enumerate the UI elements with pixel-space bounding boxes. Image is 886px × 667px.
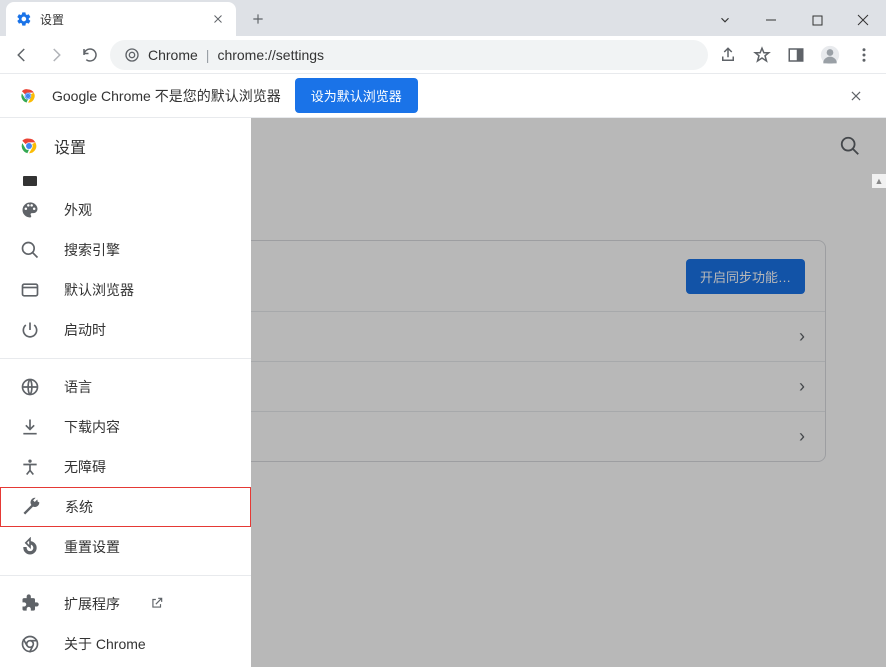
extension-icon [20,594,40,614]
window-controls [702,4,886,36]
accessibility-icon [20,457,40,477]
omnibox-host: Chrome [148,47,198,63]
tab-title: 设置 [40,11,210,28]
sidebar-header: 设置 [0,118,251,174]
default-browser-infobar: Google Chrome 不是您的默认浏览器 设为默认浏览器 [0,74,886,118]
address-bar[interactable]: Chrome | chrome://settings [110,40,708,70]
side-panel-icon[interactable] [782,41,810,69]
sidebar-item-appearance[interactable]: 外观 [0,190,251,230]
chrome-logo-icon [18,135,54,157]
sidebar-title: 设置 [54,134,86,158]
reset-icon [20,537,40,557]
sidebar-item-label: 外观 [64,200,92,220]
chrome-outline-icon [20,634,40,654]
window-titlebar: 设置 [0,0,886,36]
sidebar-item-system[interactable]: 系统 [0,487,251,527]
sidebar-item-label: 系统 [65,497,93,517]
minimize-button[interactable] [748,4,794,36]
separator [0,575,251,576]
browser-tab[interactable]: 设置 [6,2,236,36]
settings-sidebar: 外观 搜索引擎 默认浏览器 启动时 语言 下载内容 无障碍 系统 [0,174,251,667]
separator [0,358,251,359]
settings-content: 设置 gle 的智能技术 并个性化设置 Chrome 开启同步功能… 务 › 人… [0,118,886,667]
close-window-button[interactable] [840,4,886,36]
chrome-logo-icon [18,86,38,106]
browser-toolbar: Chrome | chrome://settings [0,36,886,74]
forward-button[interactable] [42,41,70,69]
menu-dots-icon[interactable] [850,41,878,69]
open-in-new-icon [150,596,166,612]
sidebar-item-label: 搜索引擎 [64,240,120,260]
search-icon [20,240,40,260]
sidebar-item-label: 默认浏览器 [64,280,134,300]
sidebar-item-label: 关于 Chrome [64,634,146,654]
palette-icon [20,200,40,220]
sidebar-item-partial [23,176,37,186]
sidebar-item-about-chrome[interactable]: 关于 Chrome [0,624,251,664]
infobar-message: Google Chrome 不是您的默认浏览器 [52,86,281,106]
sidebar-item-on-startup[interactable]: 启动时 [0,310,251,350]
download-icon [20,417,40,437]
set-default-browser-button[interactable]: 设为默认浏览器 [295,78,418,113]
sidebar-item-label: 语言 [64,377,92,397]
maximize-button[interactable] [794,4,840,36]
sidebar-item-languages[interactable]: 语言 [0,367,251,407]
sidebar-item-default-browser[interactable]: 默认浏览器 [0,270,251,310]
globe-icon [20,377,40,397]
new-tab-button[interactable] [244,5,272,33]
chrome-shield-icon [124,47,140,63]
wrench-icon [21,497,41,517]
sidebar-item-label: 无障碍 [64,457,106,477]
scrollbar-up-icon[interactable]: ▲ [872,174,886,188]
sidebar-item-label: 下载内容 [64,417,120,437]
power-icon [20,320,40,340]
sidebar-item-label: 启动时 [64,320,106,340]
omnibox-separator: | [206,47,210,63]
close-icon[interactable] [210,11,226,27]
sidebar-item-label: 扩展程序 [64,594,120,614]
caret-down-icon[interactable] [702,4,748,36]
share-icon[interactable] [714,41,742,69]
sidebar-item-extensions[interactable]: 扩展程序 [0,584,251,624]
sidebar-item-accessibility[interactable]: 无障碍 [0,447,251,487]
dismiss-infobar-button[interactable] [844,84,868,108]
profile-avatar-icon[interactable] [816,41,844,69]
sidebar-item-search-engine[interactable]: 搜索引擎 [0,230,251,270]
reload-button[interactable] [76,41,104,69]
browser-window-icon [20,280,40,300]
back-button[interactable] [8,41,36,69]
omnibox-path: chrome://settings [217,47,324,63]
gear-icon [16,11,32,27]
bookmark-star-icon[interactable] [748,41,776,69]
sidebar-item-downloads[interactable]: 下载内容 [0,407,251,447]
sidebar-item-reset[interactable]: 重置设置 [0,527,251,567]
sidebar-item-label: 重置设置 [64,537,120,557]
